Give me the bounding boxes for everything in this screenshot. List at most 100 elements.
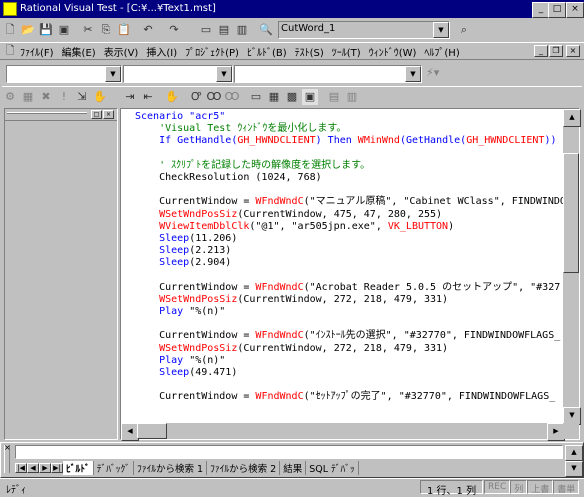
- playback-icon[interactable]: Ꝏ: [206, 89, 222, 105]
- screen-icon[interactable]: ▭: [248, 89, 264, 105]
- menu-item[interactable]: ﾋﾞﾙﾄﾞ(B): [247, 44, 287, 59]
- indent-icon[interactable]: ⇥: [122, 89, 138, 105]
- document-icon[interactable]: 🗋: [2, 43, 18, 59]
- code-token: CheckResolution (1024, 768): [135, 171, 322, 183]
- step-into-icon[interactable]: ⇲: [74, 89, 90, 105]
- code-token: ("ｾｯﾄｱｯﾌﾟの完了", "#32770", FINDWINDOWFLAGS…: [303, 391, 556, 403]
- code-token: WSetWndPosSiz: [135, 208, 238, 220]
- window-title: Rational Visual Test - [C:¥...¥Text1.mst…: [20, 3, 216, 14]
- close-button[interactable]: ×: [566, 2, 584, 18]
- undo-icon[interactable]: ↶: [140, 22, 156, 38]
- scroll-down-arrow-icon[interactable]: ▼: [565, 461, 583, 477]
- outdent-icon[interactable]: ⇤: [140, 89, 156, 105]
- code-text[interactable]: Scenario "acr5" 'Visual Test ｳｨﾝﾄﾞｳを最小化し…: [135, 111, 563, 423]
- doc-restore-button[interactable]: ❐: [549, 45, 563, 57]
- binoculars-icon[interactable]: ⌕: [456, 22, 472, 38]
- run-icon[interactable]: !: [56, 89, 72, 105]
- chevron-down-icon[interactable]: ▼: [433, 22, 449, 38]
- menu-item[interactable]: ﾃｽﾄ(S): [295, 44, 324, 59]
- tab-scroll-prev-icon[interactable]: ◀: [27, 463, 39, 473]
- output-icon[interactable]: ▥: [234, 22, 250, 38]
- workspace-icon[interactable]: ▤: [216, 22, 232, 38]
- compare-icon[interactable]: ▦: [266, 89, 282, 105]
- build-icon[interactable]: ▦: [20, 89, 36, 105]
- monitor-icon[interactable]: ▣: [302, 88, 318, 105]
- status-indicator: 書単: [553, 480, 580, 495]
- vertical-scrollbar[interactable]: ▲ ▼: [563, 109, 581, 425]
- function-combo[interactable]: ▼: [234, 65, 422, 83]
- code-token: GH_HWNDCLIENT: [237, 135, 316, 147]
- output-tab[interactable]: ﾋﾞﾙﾄﾞ: [63, 461, 94, 475]
- code-line: CurrentWindow = WFndWndC("ｲﾝｽﾄｰﾙ先の選択", "…: [135, 330, 563, 342]
- workspace-pane: □ ×: [4, 108, 118, 440]
- hand-icon[interactable]: ✋: [92, 89, 108, 105]
- new-file-icon[interactable]: 🗋: [2, 22, 18, 38]
- tab-scroll-first-icon[interactable]: |◀: [15, 463, 27, 473]
- menu-item[interactable]: ﾂｰﾙ(T): [332, 44, 361, 59]
- doc-minimize-button[interactable]: _: [534, 45, 548, 57]
- code-token: ("Acrobat Reader 5.0.5 のセットアップ", "#327: [303, 281, 561, 293]
- pointer-icon[interactable]: ✋: [164, 89, 180, 105]
- stop-build-icon[interactable]: ✖: [38, 89, 54, 105]
- member-combo[interactable]: ▼: [123, 65, 233, 83]
- horizontal-scroll-thumb[interactable]: [137, 423, 167, 439]
- capture-icon[interactable]: Ꝏ: [224, 89, 240, 105]
- chevron-down-icon[interactable]: ▼: [405, 66, 421, 82]
- menu-item[interactable]: ﾌﾟﾛｼﾞｪｸﾄ(P): [185, 44, 239, 59]
- scroll-up-arrow-icon[interactable]: ▲: [563, 109, 581, 127]
- output-tab[interactable]: ﾌｧｲﾙから検索 2: [207, 461, 281, 475]
- wizard-icon[interactable]: ⚡▾: [426, 66, 439, 79]
- class-combo[interactable]: ▼: [6, 65, 122, 83]
- menu-item[interactable]: ﾌｧｲﾙ(F): [20, 44, 54, 59]
- tab-scroll-last-icon[interactable]: ▶|: [51, 463, 63, 473]
- output-close-icon[interactable]: ×: [4, 443, 11, 452]
- copy-icon[interactable]: ⎘: [98, 22, 114, 38]
- chevron-down-icon[interactable]: ▼: [216, 66, 232, 82]
- save-all-icon[interactable]: ▣: [56, 22, 72, 38]
- paste-icon[interactable]: 📋: [116, 22, 132, 38]
- maximize-button[interactable]: □: [548, 2, 566, 18]
- code-token: Sleep: [135, 232, 190, 244]
- find-combo[interactable]: CutWord_1 ▼: [278, 21, 450, 39]
- grip-icon[interactable]: [7, 112, 87, 114]
- status-text: ﾚﾃﾞｨ: [6, 485, 26, 496]
- save-screen-icon[interactable]: ▤: [326, 89, 342, 105]
- code-token: CurrentWindow =: [135, 196, 256, 208]
- chevron-down-icon[interactable]: ▼: [105, 66, 121, 82]
- output-tab[interactable]: ﾃﾞﾊﾞｯｸﾞ: [94, 461, 135, 475]
- code-editor[interactable]: Scenario "acr5" 'Visual Test ｳｨﾝﾄﾞｳを最小化し…: [120, 108, 581, 441]
- menu-item[interactable]: ｳｨﾝﾄﾞｳ(W): [369, 44, 417, 59]
- output-text-area[interactable]: [15, 445, 563, 459]
- code-line: If GetHandle(GH_HWNDCLIENT) Then WMinWnd…: [135, 135, 563, 147]
- horizontal-scrollbar[interactable]: ◀ ▶: [121, 423, 565, 441]
- menu-item[interactable]: 表示(V): [104, 44, 139, 59]
- redo-icon[interactable]: ↷: [166, 22, 182, 38]
- scroll-up-arrow-icon[interactable]: ▲: [565, 445, 583, 461]
- save-icon[interactable]: 💾: [38, 22, 54, 38]
- list-icon[interactable]: ▥: [344, 89, 360, 105]
- record-icon[interactable]: Ꝍ: [188, 89, 204, 105]
- output-tab[interactable]: 結果: [280, 461, 307, 475]
- menu-item[interactable]: ﾍﾙﾌﾟ(H): [424, 44, 459, 59]
- workspace-close-button[interactable]: ×: [103, 110, 114, 119]
- find-in-files-icon[interactable]: 🔍: [258, 22, 274, 38]
- output-vertical-scrollbar[interactable]: ▲ ▼: [565, 445, 583, 477]
- compile-icon[interactable]: ⚙: [2, 89, 18, 105]
- menu-item[interactable]: 挿入(I): [146, 44, 177, 59]
- doc-close-button[interactable]: ×: [566, 45, 580, 57]
- code-token: (CurrentWindow, 272, 218, 479, 331): [237, 293, 449, 305]
- open-folder-icon[interactable]: 📂: [20, 22, 36, 38]
- code-token: ("マニュアル原稿", "Cabinet WClass", FINDWINDO: [303, 196, 563, 208]
- code-token: Sleep: [135, 245, 190, 257]
- tab-scroll-next-icon[interactable]: ▶: [39, 463, 51, 473]
- output-tab[interactable]: SQL ﾃﾞﾊﾞｯ: [306, 461, 359, 475]
- window-list-icon[interactable]: ▭: [198, 22, 214, 38]
- app-icon[interactable]: [3, 2, 17, 16]
- output-tab[interactable]: ﾌｧｲﾙから検索 1: [134, 461, 208, 475]
- cut-icon[interactable]: ✂: [80, 22, 96, 38]
- workspace-maximize-button[interactable]: □: [91, 110, 102, 119]
- vertical-scroll-thumb[interactable]: [563, 153, 579, 273]
- menu-item[interactable]: 編集(E): [62, 44, 96, 59]
- bitmap-icon[interactable]: ▩: [284, 89, 300, 105]
